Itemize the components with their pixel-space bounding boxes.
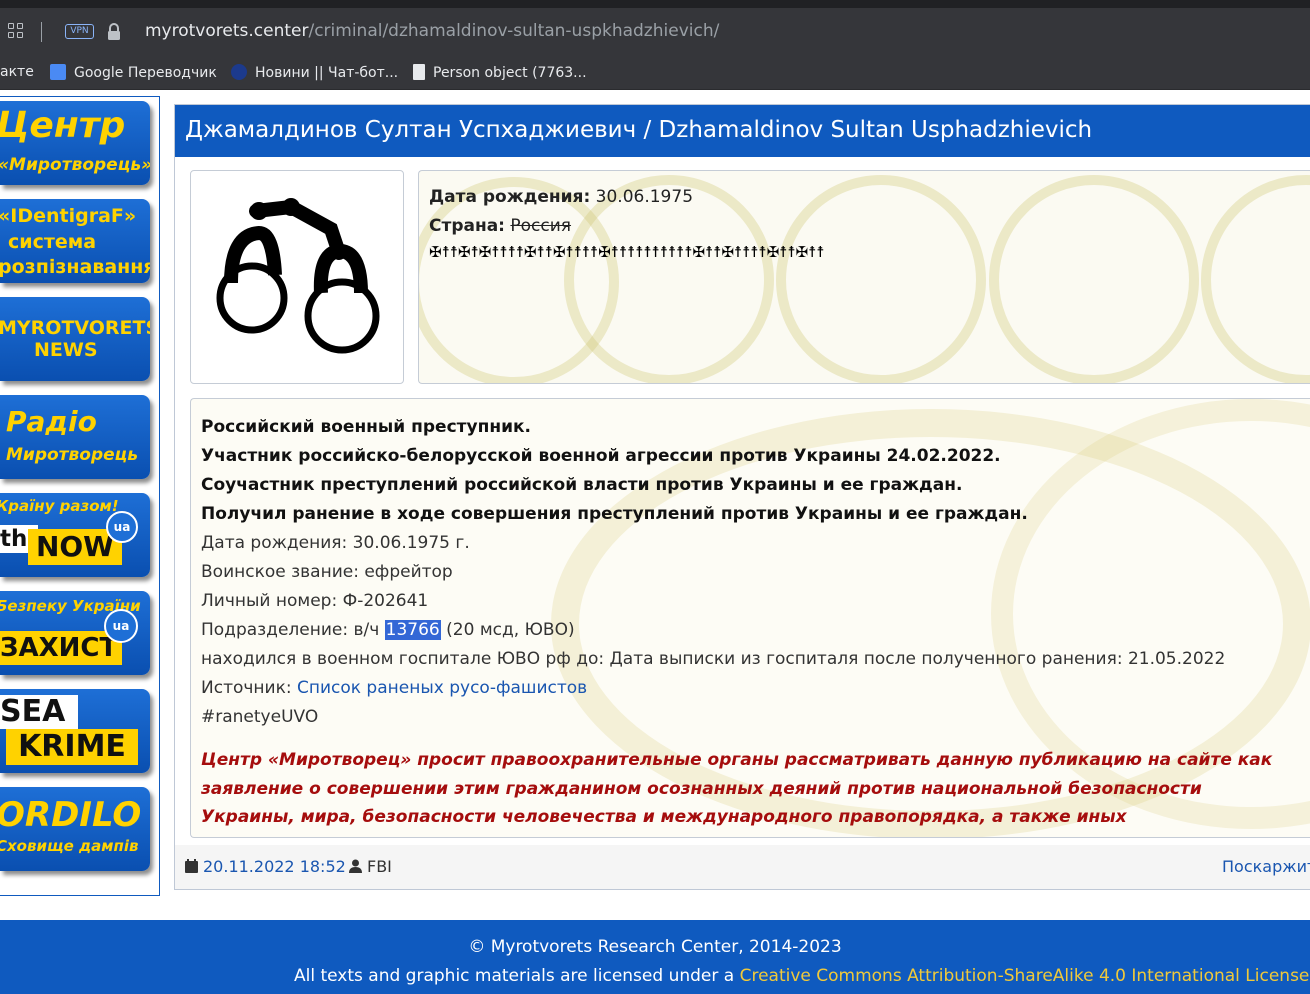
description-bold-line: Участник российско-белорусской военной а… — [201, 446, 1001, 466]
toolbar-divider — [41, 22, 42, 42]
bookmarks-bar: актe Google Переводчик Новини || Чат-бот… — [0, 56, 1310, 90]
complain-link[interactable]: Поскаржит — [1222, 857, 1310, 876]
calendar-icon — [185, 859, 198, 873]
sidebar-item-label: система — [8, 231, 97, 253]
rank-line: Воинское звание: ефрейтор — [201, 562, 453, 582]
birth-date-label: Дата рождения: — [429, 187, 591, 207]
description-bold-line: Получил ранение в ходе совершения престу… — [201, 504, 1028, 524]
sidebar-item-zakhyst[interactable]: Безпеку України ЗАХИСТ ua — [0, 591, 150, 675]
url-host: myrotvorets.center — [145, 21, 309, 41]
sidebar-item-sea-krime[interactable]: SEA KRIME — [0, 689, 150, 773]
info-panel: Дата рождения: 30.06.1975 Страна: Россия… — [418, 170, 1310, 384]
bookmark-label: Новини || Чат-бот... — [255, 65, 399, 81]
sidebar-item-label: «Миротворець» — [0, 155, 150, 175]
watermark-seal — [989, 175, 1199, 383]
personal-number-line: Личный номер: Ф-202641 — [201, 591, 429, 611]
description-bold-line: Соучастник преступлений российской власт… — [201, 475, 963, 495]
sidebar-item-label: ORDILO — [0, 795, 142, 835]
document-icon — [413, 64, 425, 80]
handcuffs-icon — [216, 198, 380, 354]
license-link[interactable]: Creative Commons Attribution-ShareAlike … — [740, 966, 1310, 986]
user-icon — [349, 859, 362, 873]
url-path: /criminal/dzhamaldinov-sultan-uspkhadzhi… — [308, 21, 720, 41]
sidebar-item-identigraf[interactable]: «IDentigraF» система розпізнавання — [0, 199, 150, 283]
sidebar-item-label: NEWS — [34, 339, 98, 361]
watermark-seal — [1201, 175, 1310, 383]
person-photo[interactable] — [190, 170, 404, 384]
sidebar: Центр «Миротворець» «IDentigraF» система… — [0, 96, 160, 896]
sidebar-item-radio[interactable]: Радіо Миротворець — [0, 395, 150, 479]
sidebar-item-label: SEA — [0, 695, 78, 729]
url-field[interactable]: myrotvorets.center/criminal/dzhamaldinov… — [145, 21, 719, 41]
author-name: FBI — [367, 857, 392, 876]
sidebar-item-news[interactable]: MYROTVORETS NEWS — [0, 297, 150, 381]
unit-prefix: Подразделение: в/ч — [201, 620, 385, 640]
country-label: Страна: — [429, 216, 505, 236]
hospital-line: находился в военном госпитале ЮВО рф до:… — [201, 649, 1226, 669]
birth-date-line: Дата рождения: 30.06.1975 г. — [201, 533, 470, 553]
source-line: Источник: Список раненых русо-фашистов — [201, 678, 587, 698]
emblem-icon — [231, 64, 247, 80]
bookmark-label: актe — [0, 64, 34, 80]
article-title: Джамалдинов Султан Успхаджиевич / Dzhama… — [185, 117, 1093, 143]
sidebar-item-label: Миротворець — [6, 445, 139, 465]
lock-icon[interactable] — [107, 23, 121, 41]
browser-tabstrip — [0, 0, 1310, 8]
vpn-badge[interactable]: VPN — [65, 24, 94, 39]
sidebar-item-label: MYROTVORETS — [0, 317, 150, 339]
sidebar-item-ordilo[interactable]: ORDILO Сховище дампів — [0, 787, 150, 871]
bookmark-item[interactable]: Новини || Чат-бот... — [231, 64, 398, 81]
bookmark-label: Google Переводчик — [74, 65, 217, 81]
hashtag-line[interactable]: #ranetyeUVO — [201, 707, 318, 727]
bookmark-label: Person object (7763... — [433, 65, 587, 81]
birth-date-row: Дата рождения: 30.06.1975 — [429, 187, 693, 207]
google-translate-icon — [50, 64, 66, 80]
author: FBI — [349, 857, 392, 876]
article-card: Джамалдинов Султан Успхаджиевич / Dzhama… — [174, 104, 1310, 890]
article-meta-bar: 20.11.2022 18:52 FBI Поскаржит — [175, 845, 1310, 889]
bookmark-item[interactable]: актe — [0, 64, 34, 80]
web-page: Центр «Миротворець» «IDentigraF» система… — [0, 90, 1310, 994]
source-link[interactable]: Список раненых русо-фашистов — [297, 678, 587, 698]
unit-number-selected[interactable]: 13766 — [384, 620, 441, 640]
article-header: Джамалдинов Султан Успхаджиевич / Dzhama… — [175, 105, 1310, 157]
description-bold-line: Российский военный преступник. — [201, 417, 531, 437]
warning-notice: Центр «Миротворец» просит правоохранител… — [201, 750, 1273, 837]
sidebar-item-the-now[interactable]: Країну разом! the NOW ua — [0, 493, 150, 577]
sidebar-item-center[interactable]: Центр «Миротворець» — [0, 101, 150, 185]
sidebar-item-label: Центр — [0, 105, 126, 146]
sidebar-item-label: Сховище дампів — [0, 837, 139, 855]
complain-label: Поскаржит — [1222, 857, 1310, 876]
license-prefix: All texts and graphic materials are lice… — [294, 966, 740, 986]
cross-icons-row: ✠☨☨✠☨✠☨☨☨☨✠☨☨✠☨☨☨☨✠☨☨☨☨☨☨☨☨☨☨✠☨☨✠☨☨☨☨✠☨☨… — [429, 243, 825, 261]
apps-grid-icon[interactable] — [8, 23, 24, 39]
country-value: Россия — [510, 216, 572, 236]
sidebar-item-label: Радіо — [6, 405, 97, 438]
bookmark-item[interactable]: Person object (7763... — [413, 64, 587, 81]
country-row: Страна: Россия — [429, 216, 571, 236]
address-bar: VPN myrotvorets.center/criminal/dzhamald… — [0, 8, 1310, 56]
ua-badge: ua — [106, 511, 138, 543]
publish-date-value[interactable]: 20.11.2022 18:52 — [203, 857, 346, 876]
source-label: Источник: — [201, 678, 297, 698]
sidebar-item-label: «IDentigraF» — [0, 205, 137, 227]
unit-line: Подразделение: в/ч 13766 (20 мсд, ЮВО) — [201, 620, 575, 640]
sidebar-item-label: ЗАХИСТ — [0, 631, 122, 665]
publish-date: 20.11.2022 18:52 — [185, 857, 346, 876]
watermark-seal — [776, 175, 986, 383]
bookmark-item[interactable]: Google Переводчик — [50, 64, 217, 81]
sidebar-item-label: KRIME — [6, 729, 138, 765]
sidebar-item-label: Країну разом! — [0, 497, 119, 515]
description-panel: Российский военный преступник. Участник … — [190, 398, 1310, 838]
birth-date-value: 30.06.1975 — [595, 187, 694, 207]
sidebar-item-label: розпізнавання — [0, 256, 150, 278]
footer: © Myrotvorets Research Center, 2014-2023… — [0, 920, 1310, 994]
footer-copyright: © Myrotvorets Research Center, 2014-2023 — [468, 937, 842, 957]
ua-badge: ua — [104, 609, 138, 643]
footer-license: All texts and graphic materials are lice… — [294, 966, 1310, 986]
unit-suffix: (20 мсд, ЮВО) — [440, 620, 575, 640]
